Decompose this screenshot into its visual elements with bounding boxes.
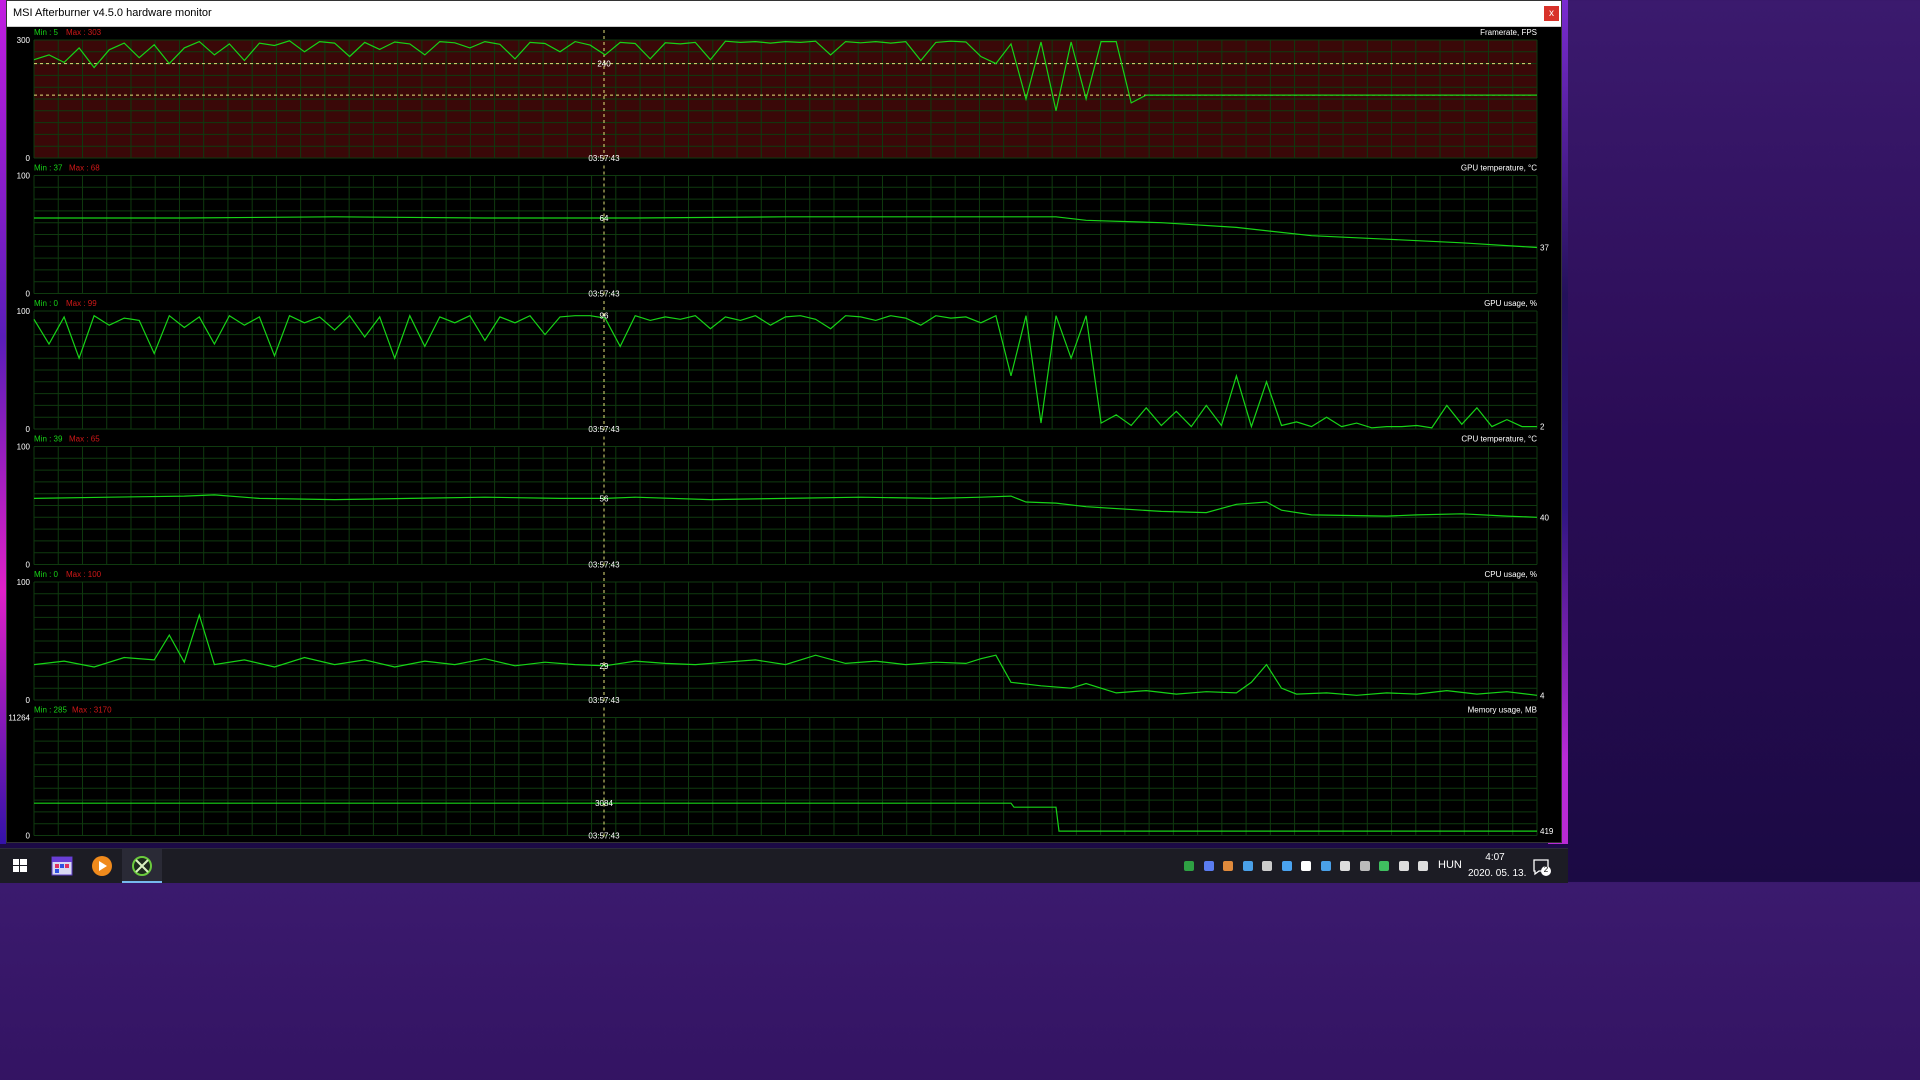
onedrive-icon[interactable] [1279,858,1295,874]
time-marker-label: 03:57:43 [588,154,620,163]
y-axis-min-label: 0 [26,832,31,841]
graph-title: GPU temperature, °C [1461,164,1537,173]
y-axis-max-label: 100 [17,307,31,316]
current-value-label: 40 [1540,513,1549,522]
language-indicator[interactable]: HUN [1438,859,1462,871]
folder-icon[interactable] [1259,858,1275,874]
calendar-icon [51,856,73,876]
current-value-label: 419 [1540,827,1554,836]
current-value-label: 37 [1540,243,1549,252]
hardware-monitor-graphs[interactable]: Min : 5 Max : 303 Framerate, FPS 300 0 03:57:… [7,26,1561,843]
notes-icon[interactable] [1220,858,1236,874]
graph-title: CPU usage, % [1485,570,1537,579]
taskbar-app-afterburner[interactable] [122,849,162,883]
time-marker-label: 03:57:43 [588,696,620,705]
display-icon[interactable] [1396,858,1412,874]
graph-title: GPU usage, % [1484,299,1537,308]
marker-value-label: 29 [600,662,609,671]
clock-time[interactable]: 4:07 [1484,852,1506,863]
marker-value-label: 3084 [595,799,613,808]
stylus-icon[interactable] [1240,858,1256,874]
y-axis-max-label: 300 [17,36,31,45]
time-marker-label: 03:57:43 [588,425,620,434]
network-icon[interactable] [1357,858,1373,874]
graph-max-label: Max : 65 [69,435,100,444]
afterburner-icon [132,856,152,876]
marker-value-label: 240 [597,60,611,69]
graph-min-label: Min : 0 [34,299,59,308]
marker-value-label: 56 [600,494,609,503]
window-titlebar[interactable]: MSI Afterburner v4.5.0 hardware monitor … [7,1,1561,27]
clock-date[interactable]: 2020. 05. 13. [1468,868,1526,879]
defender-icon[interactable] [1376,858,1392,874]
monitor-icon[interactable] [1201,858,1217,874]
marker-value-label: 64 [600,214,609,223]
marker-value-label: 96 [600,312,609,321]
windows-logo-icon [13,859,27,872]
shield-icon[interactable] [1318,858,1334,874]
current-value-label: 4 [1540,691,1545,700]
taskbar-app-calendar[interactable] [42,849,82,883]
graph-max-label: Max : 99 [66,299,97,308]
taskbar: HUN 4:07 2020. 05. 13. 2 [0,848,1568,883]
graph-max-label: Max : 68 [69,164,100,173]
graph-min-label: Min : 285 [34,706,67,715]
y-axis-min-label: 0 [26,290,31,299]
graph-title: Framerate, FPS [1480,28,1537,37]
time-marker-label: 03:57:43 [588,832,620,841]
graph-title: Memory usage, MB [1468,706,1537,715]
graph-min-label: Min : 39 [34,435,63,444]
time-marker-label: 03:57:43 [588,290,620,299]
y-axis-min-label: 0 [26,425,31,434]
graph-max-label: Max : 3170 [72,706,112,715]
afterburner-monitor-window: MSI Afterburner v4.5.0 hardware monitor … [6,0,1562,843]
graph-min-label: Min : 5 [34,28,59,37]
volume-icon[interactable] [1415,858,1431,874]
graph-max-label: Max : 100 [66,570,102,579]
current-value-label: 2 [1540,423,1545,432]
graph-title: CPU temperature, °C [1461,435,1537,444]
y-axis-max-label: 100 [17,172,31,181]
battery-icon[interactable] [1337,858,1353,874]
y-axis-max-label: 11264 [8,714,30,723]
y-axis-min-label: 0 [26,154,31,163]
notification-center-button[interactable]: 2 [1531,857,1551,877]
close-button[interactable]: x [1544,6,1559,21]
window-title: MSI Afterburner v4.5.0 hardware monitor [13,7,212,19]
taskbar-app-media-player[interactable] [82,849,122,883]
y-axis-min-label: 0 [26,696,31,705]
start-button[interactable] [0,849,40,883]
y-axis-min-label: 0 [26,561,31,570]
cloud-icon[interactable] [1298,858,1314,874]
y-axis-max-label: 100 [17,578,31,587]
graph-min-label: Min : 37 [34,164,63,173]
media-player-icon [92,856,112,876]
notification-count: 2 [1543,865,1549,874]
y-axis-max-label: 100 [17,443,31,452]
graph-max-label: Max : 303 [66,28,102,37]
update-icon[interactable] [1181,858,1197,874]
graph-min-label: Min : 0 [34,570,59,579]
time-marker-label: 03:57:43 [588,561,620,570]
